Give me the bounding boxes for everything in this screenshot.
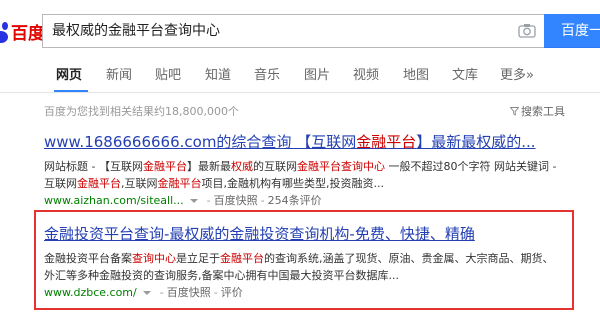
result-title[interactable]: www.1686666666.com的综合查询 【互联网金融平台】最新最权威的.… — [44, 132, 564, 152]
highlighted-keyword: 权威 — [230, 160, 253, 173]
highlighted-keyword: 金融平台 — [142, 160, 187, 173]
snippet-text: 网站标题 - 【互联网 — [44, 160, 143, 173]
reviews-link[interactable]: 评价 — [221, 284, 243, 301]
logo-text: 百度 — [11, 23, 45, 44]
highlighted-keyword: 金融平台 — [157, 177, 202, 190]
tab-video[interactable]: 视频 — [353, 64, 379, 83]
separator: - — [213, 286, 218, 299]
tab-web[interactable]: 网页 — [56, 64, 82, 83]
separator: - — [159, 286, 164, 299]
search-tools[interactable]: 搜索工具 — [510, 103, 565, 119]
header: 百度 百度一 — [0, 0, 600, 50]
highlighted-keyword: 金融平台查询中心 — [296, 160, 385, 173]
search-result-1: www.1686666666.com的综合查询 【互联网金融平台】最新最权威的.… — [44, 132, 564, 209]
result-title[interactable]: 金融投资平台查询-最权威的金融投资查询机构-免费、快捷、精确 — [44, 224, 564, 244]
search-box[interactable] — [42, 14, 544, 48]
highlighted-keyword: 金融平台 — [220, 252, 264, 265]
snippet-text: 项目,金融机构有哪些类型,投资融资... — [201, 177, 384, 190]
highlighted-keyword: 查询中心 — [132, 252, 176, 265]
tab-tieba[interactable]: 贴吧 — [155, 64, 181, 83]
tab-map[interactable]: 地图 — [403, 64, 429, 83]
separator: - — [260, 194, 265, 207]
tab-news[interactable]: 新闻 — [106, 64, 132, 83]
snapshot-link[interactable]: 百度快照 — [167, 284, 211, 301]
search-input[interactable] — [52, 15, 492, 47]
snippet-text: 】最新最 — [186, 160, 231, 173]
chevron-down-icon[interactable] — [142, 290, 151, 295]
reviews-link[interactable]: 254条评价 — [268, 192, 322, 209]
tab-music[interactable]: 音乐 — [254, 64, 280, 83]
filter-icon — [510, 106, 519, 116]
search-tools-label: 搜索工具 — [521, 105, 565, 118]
tabs-divider — [0, 92, 600, 93]
tab-more[interactable]: 更多» — [500, 64, 534, 83]
chevron-down-icon[interactable] — [189, 198, 198, 203]
separator: - — [206, 194, 211, 207]
snippet-text: 金融投资平台备案 — [44, 252, 132, 265]
result-url[interactable]: www.aizhan.com/siteall... — [44, 192, 184, 209]
tab-wenku[interactable]: 文库 — [452, 64, 478, 83]
search-button[interactable]: 百度一 — [544, 14, 600, 48]
result-url[interactable]: www.dzbce.com/ — [44, 284, 137, 301]
result-url-line: www.aizhan.com/siteall... - 百度快照 - 254条评… — [44, 192, 564, 209]
baidu-logo[interactable]: 百度 — [0, 18, 45, 44]
camera-icon[interactable] — [518, 23, 536, 38]
tab-zhidao[interactable]: 知道 — [205, 64, 231, 83]
snapshot-link[interactable]: 百度快照 — [214, 192, 258, 209]
snippet-text: 是立足于 — [176, 252, 220, 265]
snippet-text: 的互联网 — [252, 160, 297, 173]
tab-images[interactable]: 图片 — [304, 64, 330, 83]
result-snippet: 网站标题 - 【互联网金融平台】最新最权威的互联网金融平台查询中心 一般不超过8… — [44, 158, 564, 192]
result-url-line: www.dzbce.com/ - 百度快照 - 评价 — [44, 284, 564, 301]
snippet-text: ,互联网 — [121, 177, 158, 190]
search-result-2: 金融投资平台查询-最权威的金融投资查询机构-免费、快捷、精确 金融投资平台备案查… — [44, 224, 564, 301]
paw-icon — [0, 19, 10, 43]
result-snippet: 金融投资平台备案查询中心是立足于金融平台的查询系统,涵盖了现货、原油、贵金属、大… — [44, 250, 564, 284]
highlighted-keyword: 金融平台 — [77, 177, 121, 190]
result-count: 百度为您找到相关结果约18,800,000个 — [44, 105, 239, 118]
search-tabs: 网页 新闻 贴吧 知道 音乐 图片 视频 地图 文库 更多» — [0, 56, 600, 92]
